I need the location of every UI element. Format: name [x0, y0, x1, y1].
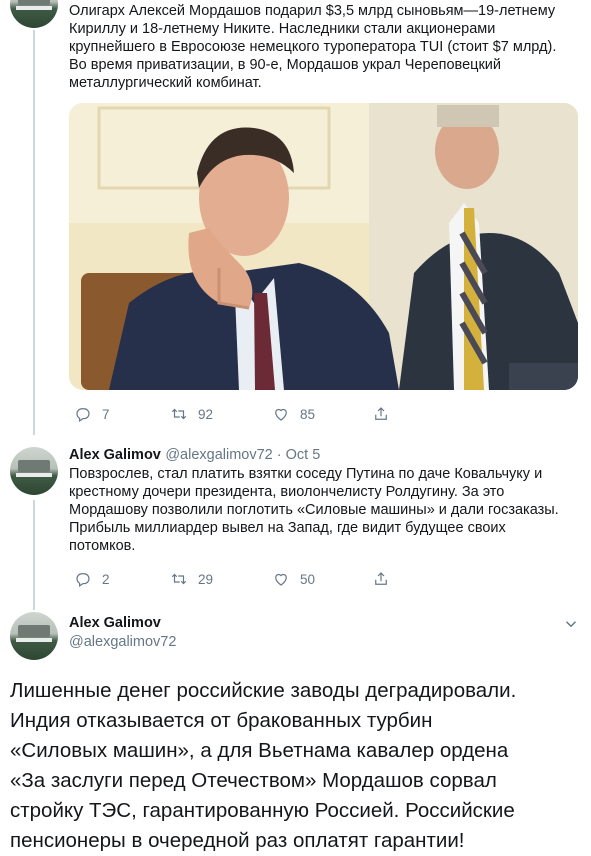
author-handle[interactable]: @alexgalimov72 — [69, 633, 176, 652]
share-button[interactable] — [372, 570, 400, 588]
reply-button[interactable]: 7 — [74, 405, 170, 423]
retweet-count: 92 — [198, 406, 214, 422]
retweet-count: 29 — [198, 571, 214, 587]
tweet-text: Повзрослев, стал платить взятки соседу П… — [69, 466, 559, 554]
tweet-text: Олигарх Алексей Мордашов подарил $3,5 мл… — [69, 3, 557, 91]
retweet-icon — [171, 573, 187, 585]
reply-icon — [76, 408, 90, 422]
share-icon — [375, 572, 387, 585]
like-icon — [275, 408, 287, 421]
reply-count: 7 — [102, 406, 110, 422]
like-button[interactable]: 85 — [272, 405, 372, 423]
tweet-header: Alex Galimov @alexgalimov72 — [69, 614, 176, 652]
avatar[interactable] — [10, 447, 58, 495]
retweet-button[interactable]: 92 — [170, 405, 272, 423]
like-count: 85 — [300, 406, 316, 422]
tweet-photo[interactable] — [69, 103, 578, 390]
author-name[interactable]: Alex Galimov — [69, 447, 161, 463]
avatar[interactable] — [10, 0, 58, 28]
retweet-icon — [171, 408, 187, 420]
share-icon — [375, 407, 387, 420]
chevron-down-icon — [565, 621, 577, 628]
like-icon — [275, 573, 287, 586]
reply-icon — [76, 573, 90, 587]
reply-count: 2 — [102, 571, 110, 587]
tweet-text: Лишенные денег российские заводы дегради… — [10, 679, 517, 852]
share-button[interactable] — [372, 405, 400, 423]
like-button[interactable]: 50 — [272, 570, 372, 588]
tweet-header: Alex Galimov @alexgalimov72 · Oct 5 — [69, 446, 320, 464]
author-handle[interactable]: @alexgalimov72 · Oct 5 — [165, 447, 320, 463]
photo-image — [69, 103, 578, 390]
tweet-actions: 2 29 50 — [74, 570, 400, 588]
thread-line — [33, 30, 35, 435]
reply-button[interactable]: 2 — [74, 570, 170, 588]
tweet-actions: 7 92 85 — [74, 405, 400, 423]
more-menu-button[interactable] — [562, 615, 580, 633]
thread-line — [33, 500, 35, 610]
retweet-button[interactable]: 29 — [170, 570, 272, 588]
author-name[interactable]: Alex Galimov — [69, 614, 176, 633]
avatar[interactable] — [10, 612, 58, 660]
like-count: 50 — [300, 571, 316, 587]
